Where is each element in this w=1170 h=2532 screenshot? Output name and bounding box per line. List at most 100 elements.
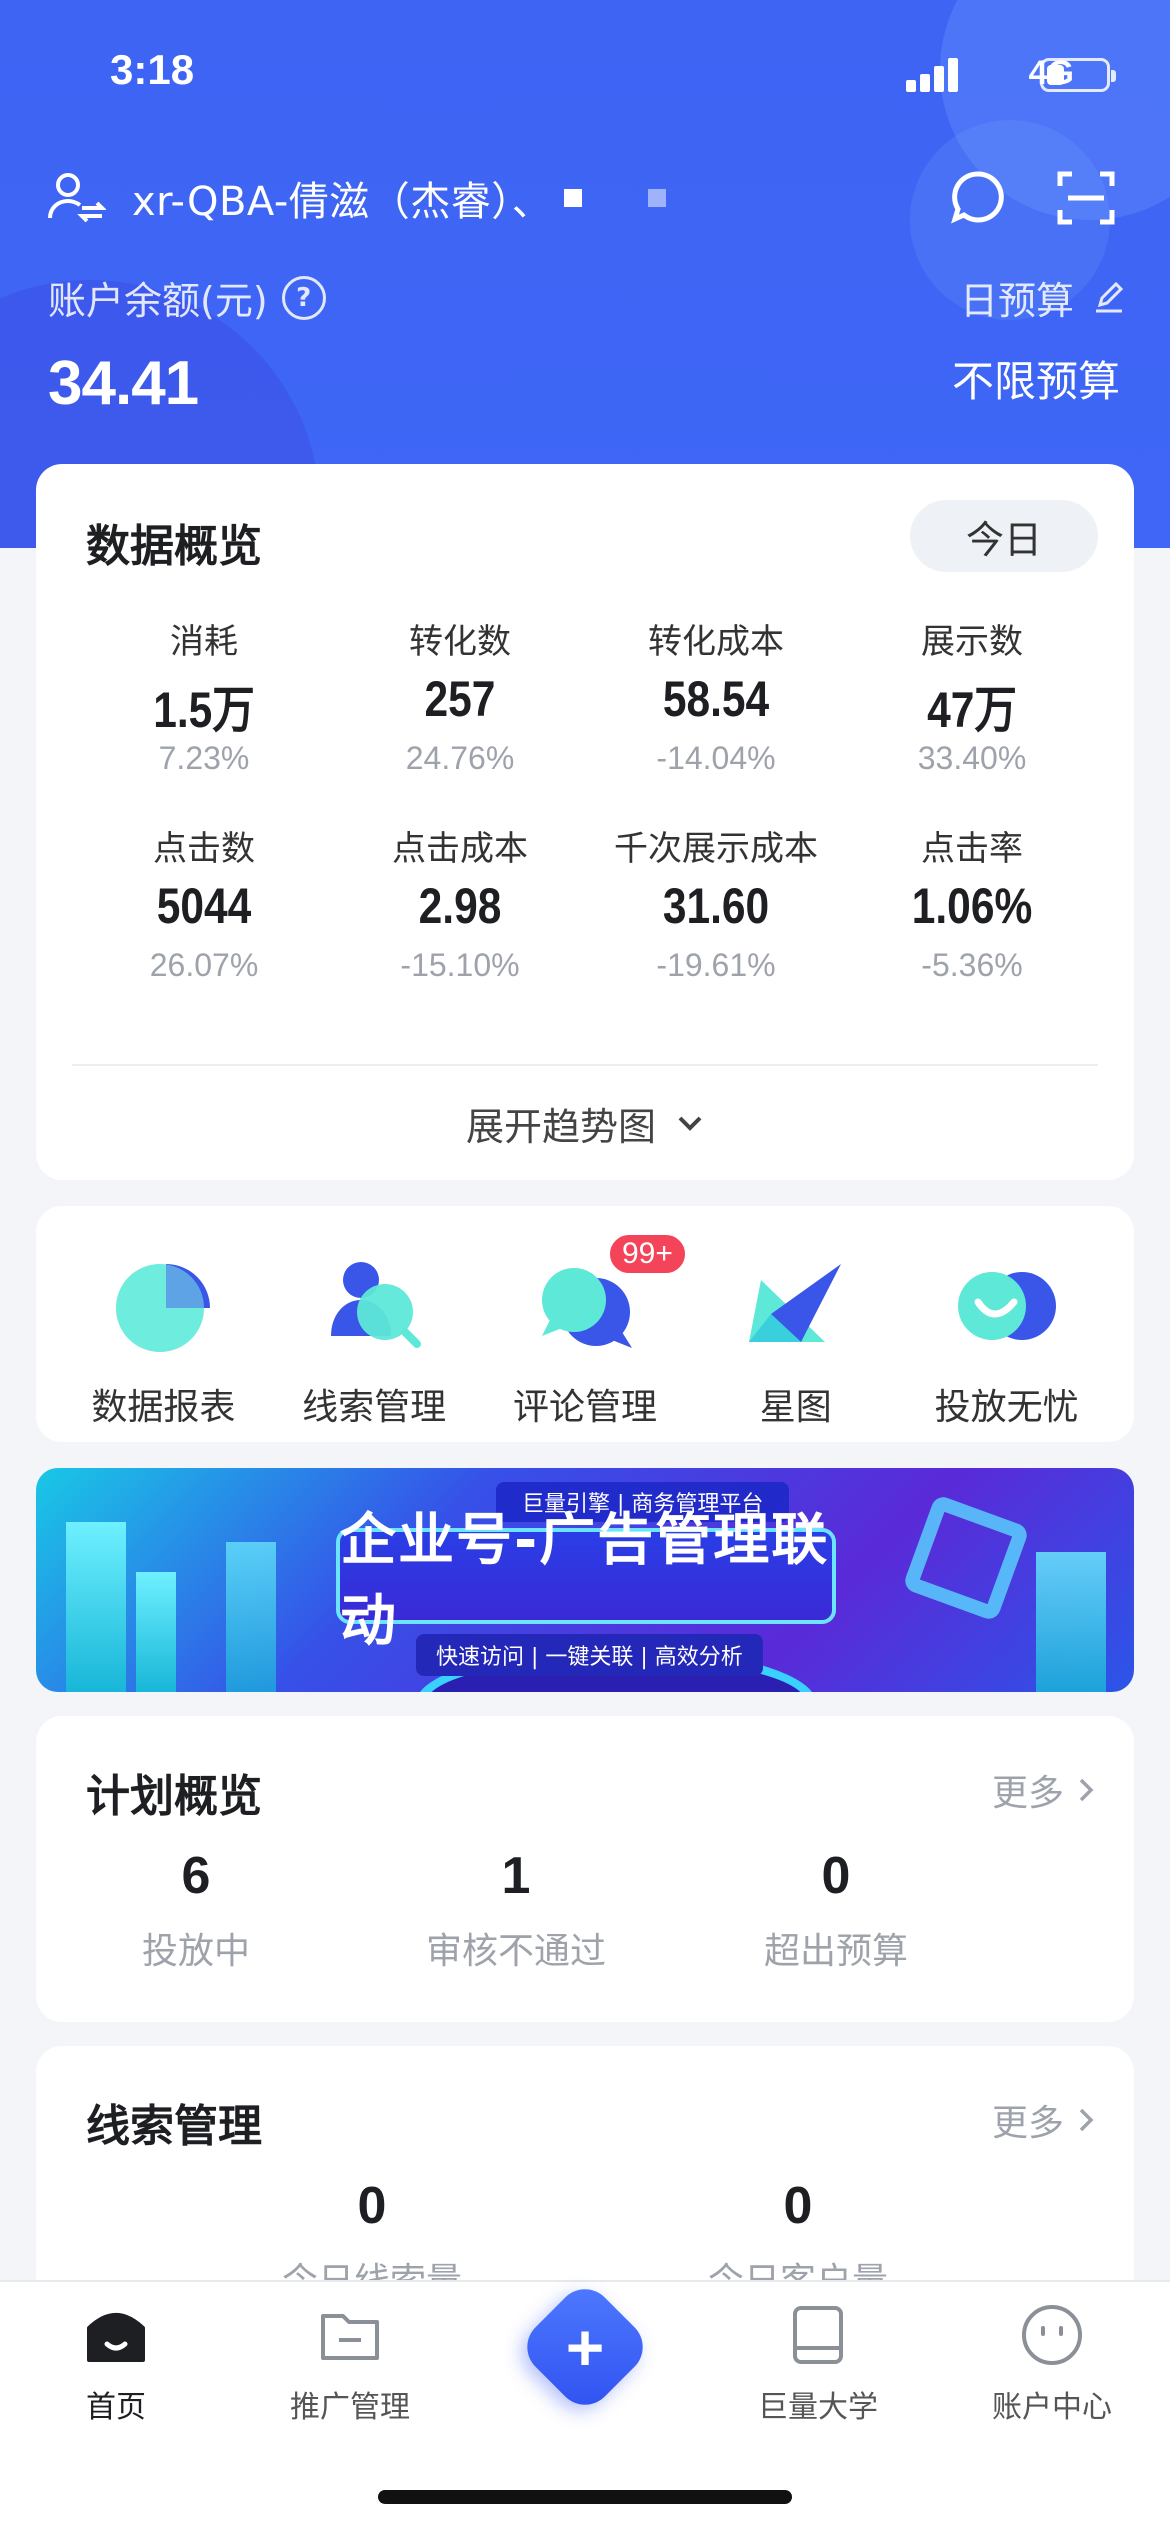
budget-label-text: 日预算 <box>959 279 1074 323</box>
metric-label: 点击数 <box>153 829 255 869</box>
metrics-grid: 消耗 1.5万 7.23% 转化数 257 24.76% 转化成本 58.54 -14.04… <box>76 614 1100 984</box>
metric-label: 点击率 <box>921 829 1023 869</box>
stat-number: 0 <box>357 2177 387 2235</box>
metric-label: 转化成本 <box>648 622 784 662</box>
edit-icon[interactable] <box>1092 281 1126 315</box>
stat-label: 投放中 <box>141 1931 250 1972</box>
tab-label: 推广管理 <box>290 2390 410 2425</box>
metric-item[interactable]: 转化数 257 24.76% <box>332 614 588 777</box>
metric-item[interactable]: 千次展示成本 31.60 -19.61% <box>588 821 844 984</box>
promo-banner[interactable]: 巨量引擎 | 商务管理平台 企业号-广告管理联动 快速访问 | 一键关联 | 高… <box>36 1468 1134 1692</box>
tab-account[interactable]: 账户中心 <box>962 2302 1142 2426</box>
notification-badge: 99+ <box>606 1232 688 1276</box>
balance-label: 账户余额(元) ? <box>48 270 326 325</box>
leads-more-link[interactable]: 更多 <box>992 2094 1094 2146</box>
metric-item[interactable]: 消耗 1.5万 7.23% <box>76 614 332 777</box>
tool-label: 星图 <box>759 1387 832 1428</box>
star-map-icon <box>748 1264 841 1342</box>
metric-value: 5044 <box>156 878 252 934</box>
tool-comments[interactable]: 评论管理 99+ <box>485 1206 688 1442</box>
metric-change: -14.04% <box>656 740 776 776</box>
battery-level <box>1047 65 1064 85</box>
redacted-mark <box>648 189 667 207</box>
metric-label: 转化数 <box>409 622 511 662</box>
tool-leads[interactable]: 线索管理 <box>274 1206 474 1442</box>
decor-cube <box>901 1493 1031 1623</box>
divider <box>72 1064 1098 1066</box>
help-icon[interactable]: ? <box>281 275 326 320</box>
tab-label: 巨量大学 <box>758 2390 878 2425</box>
tab-label: 账户中心 <box>992 2390 1112 2425</box>
stat-number: 0 <box>783 2177 813 2235</box>
home-indicator <box>378 2490 792 2504</box>
tab-home[interactable]: 首页 <box>26 2302 206 2426</box>
metric-value: 31.60 <box>662 878 770 934</box>
account-switcher[interactable]: xr-QBA-倩滋（杰睿）、 <box>46 165 667 231</box>
banner-tags: 快速访问 | 一键关联 | 高效分析 <box>416 1634 763 1676</box>
metric-item[interactable]: 展示数 47万 33.40% <box>844 614 1100 777</box>
metric-value: 2.98 <box>418 878 502 934</box>
budget-value[interactable]: 不限预算 <box>952 348 1120 409</box>
stat-number: 6 <box>181 1847 211 1905</box>
tool-star-map[interactable]: 星图 <box>696 1206 896 1442</box>
metric-change: -5.36% <box>921 947 1023 983</box>
metric-change: 24.76% <box>405 740 515 776</box>
redacted-mark <box>564 189 583 207</box>
chevron-right-icon <box>1079 2108 1094 2132</box>
tool-label: 数据报表 <box>91 1387 236 1428</box>
stat-label: 审核不通过 <box>425 1931 606 1972</box>
metric-change: -15.10% <box>400 947 520 983</box>
metric-item[interactable]: 点击率 1.06% -5.36% <box>844 821 1100 984</box>
metric-item[interactable]: 点击数 5044 26.07% <box>76 821 332 984</box>
signal-icon <box>906 56 960 92</box>
plus-icon[interactable]: + <box>536 2298 634 2396</box>
book-icon <box>793 2306 843 2364</box>
tab-promotion[interactable]: 推广管理 <box>260 2302 440 2426</box>
metric-change: 26.07% <box>149 947 259 983</box>
tool-worry-free[interactable]: 投放无忧 <box>907 1206 1107 1442</box>
tab-university[interactable]: 巨量大学 <box>728 2302 908 2426</box>
message-icon[interactable] <box>948 168 1008 228</box>
stat-number: 0 <box>821 1847 851 1905</box>
metric-item[interactable]: 转化成本 58.54 -14.04% <box>588 614 844 777</box>
metric-item[interactable]: 点击成本 2.98 -15.10% <box>332 821 588 984</box>
stat-label: 超出预算 <box>763 1931 908 1972</box>
plan-overview-card: 计划概览 更多 6 投放中 1 审核不通过 0 超出预算 <box>36 1716 1134 2022</box>
status-bar: 3:18 4G <box>0 0 1170 140</box>
expand-trend-button[interactable]: 展开趋势图 <box>36 1096 1134 1151</box>
metric-change: 7.23% <box>158 740 250 776</box>
balance-value: 34.41 <box>48 349 199 418</box>
tool-data-report[interactable]: 数据报表 <box>63 1206 263 1442</box>
plan-more-link[interactable]: 更多 <box>992 1764 1094 1816</box>
budget-label[interactable]: 日预算 <box>960 270 1126 325</box>
data-overview-card: 数据概览 今日 消耗 1.5万 7.23% 转化数 257 24.76% 转化成本 58.… <box>36 464 1134 1180</box>
banner-headline: 企业号-广告管理联动 <box>336 1508 836 1654</box>
battery-icon <box>1040 58 1116 92</box>
decor-building <box>136 1572 176 1692</box>
tab-label: 首页 <box>86 2390 146 2425</box>
metric-label: 消耗 <box>170 622 238 662</box>
balance-label-text: 账户余额(元) <box>48 279 268 323</box>
account-name: xr-QBA-倩滋（杰睿）、 <box>132 179 553 225</box>
more-label: 更多 <box>991 1773 1064 1814</box>
home-icon <box>87 2313 145 2362</box>
card-title: 数据概览 <box>86 521 262 572</box>
metric-value: 257 <box>424 671 496 727</box>
scan-icon[interactable] <box>1056 168 1116 228</box>
stat-item[interactable]: 0 超出预算 <box>676 1846 996 1974</box>
decor-building <box>1036 1552 1106 1692</box>
status-time: 3:18 <box>110 46 195 93</box>
user-face-icon <box>1022 2305 1082 2365</box>
stat-item[interactable]: 6 投放中 <box>36 1846 356 1974</box>
stat-number: 1 <box>501 1847 531 1905</box>
tool-label: 评论管理 <box>512 1387 657 1428</box>
metric-label: 展示数 <box>921 622 1023 662</box>
tools-card: 数据报表 线索管理 评论管理 99+ 星图 投放无忧 <box>36 1206 1134 1442</box>
metric-label: 千次展示成本 <box>614 829 818 869</box>
period-selector[interactable]: 今日 <box>910 500 1098 572</box>
expand-label: 展开趋势图 <box>465 1105 656 1149</box>
plan-stats: 6 投放中 1 审核不通过 0 超出预算 <box>36 1846 1134 1974</box>
metric-change: 33.40% <box>917 740 1027 776</box>
stat-item[interactable]: 1 审核不通过 <box>356 1846 676 1974</box>
metric-value: 58.54 <box>662 671 770 727</box>
